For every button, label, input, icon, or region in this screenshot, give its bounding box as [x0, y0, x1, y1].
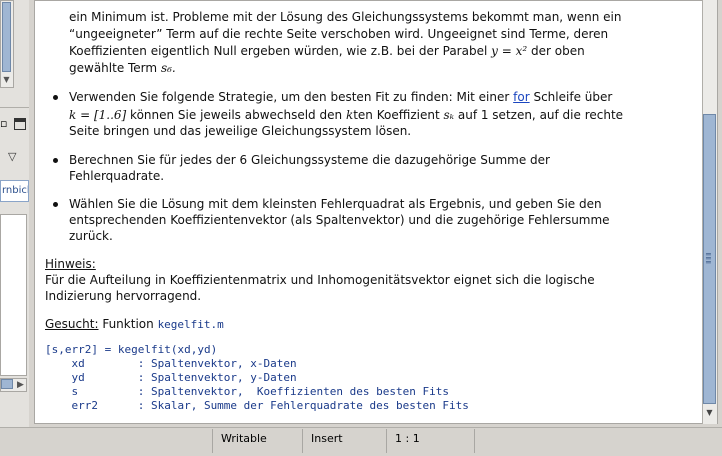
hint-title: Hinweis: — [45, 257, 96, 271]
text: zurück. — [69, 229, 113, 243]
left-scrollbar-thumb[interactable] — [2, 2, 11, 72]
maximize-icon[interactable] — [14, 118, 26, 130]
chevron-down-icon[interactable]: ▼ — [703, 406, 716, 420]
text: Indizierung hervorragend. — [45, 289, 202, 303]
math-formula: y = x² — [491, 44, 528, 58]
status-insert: Insert — [302, 429, 386, 453]
left-hscroll-thumb[interactable] — [1, 379, 13, 389]
chevron-down-icon[interactable]: ▽ — [8, 150, 16, 163]
text-line: gewählte Term s₆. — [69, 60, 709, 76]
grip-icon: ═ ═ ═ — [706, 250, 711, 267]
left-path-field[interactable]: rnbich — [0, 180, 29, 202]
chevron-right-icon[interactable]: ▶ — [15, 379, 26, 391]
wanted-label: Gesucht: — [45, 317, 99, 331]
bullet-icon — [53, 158, 58, 163]
chevron-down-icon[interactable]: ▼ — [1, 74, 12, 86]
text: Funktion — [102, 317, 154, 331]
minimize-icon[interactable]: ▫ — [0, 118, 10, 130]
wanted-line: Gesucht: Funktion kegelfit.m — [45, 316, 685, 333]
text: können Sie jeweils abwechseld den — [130, 108, 343, 122]
text: “ungeeigneter” Term auf die rechte Seite… — [69, 27, 609, 41]
math-formula: sₖ — [443, 108, 455, 122]
text: der oben — [531, 44, 585, 58]
text-line: ein Minimum ist. Probleme mit der Lösung… — [69, 9, 709, 25]
text: ein Minimum ist. Probleme mit der Lösung… — [69, 10, 622, 24]
text: Für die Aufteilung in Koeffizientenmatri… — [45, 273, 595, 287]
text: Fehlerquadrate. — [69, 169, 165, 183]
math-formula: s₆. — [160, 61, 176, 75]
status-mode: Writable — [212, 429, 302, 453]
text: Wählen Sie die Lösung mit dem kleinsten … — [69, 197, 602, 211]
left-file-list[interactable] — [0, 214, 27, 376]
text: Verwenden Sie folgende Strategie, um den… — [69, 90, 510, 104]
bullet-icon — [53, 202, 58, 207]
text-line: Koeffizienten eigentlich Null ergeben wü… — [69, 43, 709, 59]
function-name: kegelfit.m — [157, 318, 224, 331]
list-item: Verwenden Sie folgende Strategie, um den… — [53, 89, 685, 139]
text: gewählte Term — [69, 61, 158, 75]
code-text: [s,err2] = kegelfit(xd,yd) xd : Spaltenv… — [45, 343, 469, 412]
list-item: Berechnen Sie für jedes der 6 Gleichungs… — [53, 152, 685, 184]
hint-section: Hinweis: Für die Aufteilung in Koeffizie… — [45, 256, 685, 304]
status-divider — [474, 429, 483, 453]
text: Seite bringen und das jeweilige Gleichun… — [69, 124, 412, 138]
text-line: “ungeeigneter” Term auf die rechte Seite… — [69, 26, 709, 42]
list-item: Wählen Sie die Lösung mit dem kleinsten … — [53, 196, 685, 244]
text: ten Koeffizient — [353, 108, 440, 122]
text: Koeffizienten eigentlich Null ergeben wü… — [69, 44, 488, 58]
math-formula: k = [1..6] — [69, 108, 127, 122]
text: auf 1 setzen, auf die rechte — [457, 108, 624, 122]
bullet-icon — [53, 95, 58, 100]
text: Schleife über — [533, 90, 613, 104]
code-block: [s,err2] = kegelfit(xd,yd) xd : Spaltenv… — [45, 343, 685, 413]
for-link[interactable]: for — [513, 90, 530, 104]
document-view[interactable]: ein Minimum ist. Probleme mit der Lösung… — [34, 0, 718, 424]
text: entsprechenden Koeffizientenvektor (als … — [69, 213, 610, 227]
text: Berechnen Sie für jedes der 6 Gleichungs… — [69, 153, 550, 167]
status-cursor-position: 1 : 1 — [386, 429, 474, 453]
